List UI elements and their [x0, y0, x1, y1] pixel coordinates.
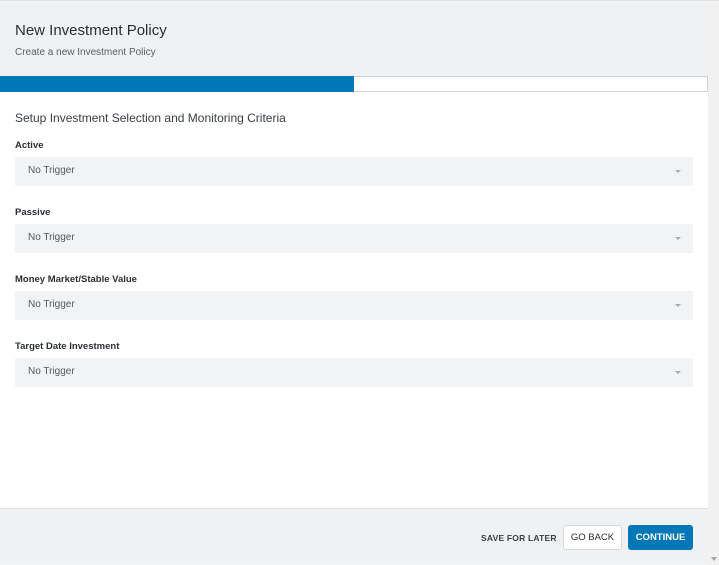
progress-bar-fill [0, 76, 354, 92]
scroll-down-icon[interactable] [711, 557, 717, 561]
page-scrollbar[interactable] [708, 1, 719, 565]
caret-down-icon [675, 170, 681, 173]
money-market-select[interactable]: No Trigger [15, 291, 693, 320]
progress-bar [0, 76, 708, 92]
target-date-select-value: No Trigger [28, 366, 75, 377]
caret-down-icon [675, 371, 681, 374]
money-market-select-value: No Trigger [28, 299, 75, 310]
passive-label: Passive [15, 207, 51, 218]
target-date-label: Target Date Investment [15, 341, 120, 352]
form-footer: SAVE FOR LATER GO BACK CONTINUE [0, 508, 708, 563]
active-label: Active [15, 140, 44, 151]
active-select[interactable]: No Trigger [15, 157, 693, 186]
continue-button[interactable]: CONTINUE [628, 525, 693, 550]
caret-down-icon [675, 304, 681, 307]
passive-select-value: No Trigger [28, 232, 75, 243]
target-date-select[interactable]: No Trigger [15, 358, 693, 387]
page-header: New Investment Policy Create a new Inves… [0, 1, 708, 76]
section-title: Setup Investment Selection and Monitorin… [15, 111, 286, 125]
caret-down-icon [675, 237, 681, 240]
form-content: Setup Investment Selection and Monitorin… [0, 92, 708, 508]
page-subtitle: Create a new Investment Policy [15, 47, 156, 58]
money-market-label: Money Market/Stable Value [15, 274, 137, 285]
active-select-value: No Trigger [28, 165, 75, 176]
save-for-later-button[interactable]: SAVE FOR LATER [474, 526, 564, 550]
go-back-button[interactable]: GO BACK [563, 525, 622, 550]
passive-select[interactable]: No Trigger [15, 224, 693, 253]
page-title: New Investment Policy [15, 22, 167, 39]
